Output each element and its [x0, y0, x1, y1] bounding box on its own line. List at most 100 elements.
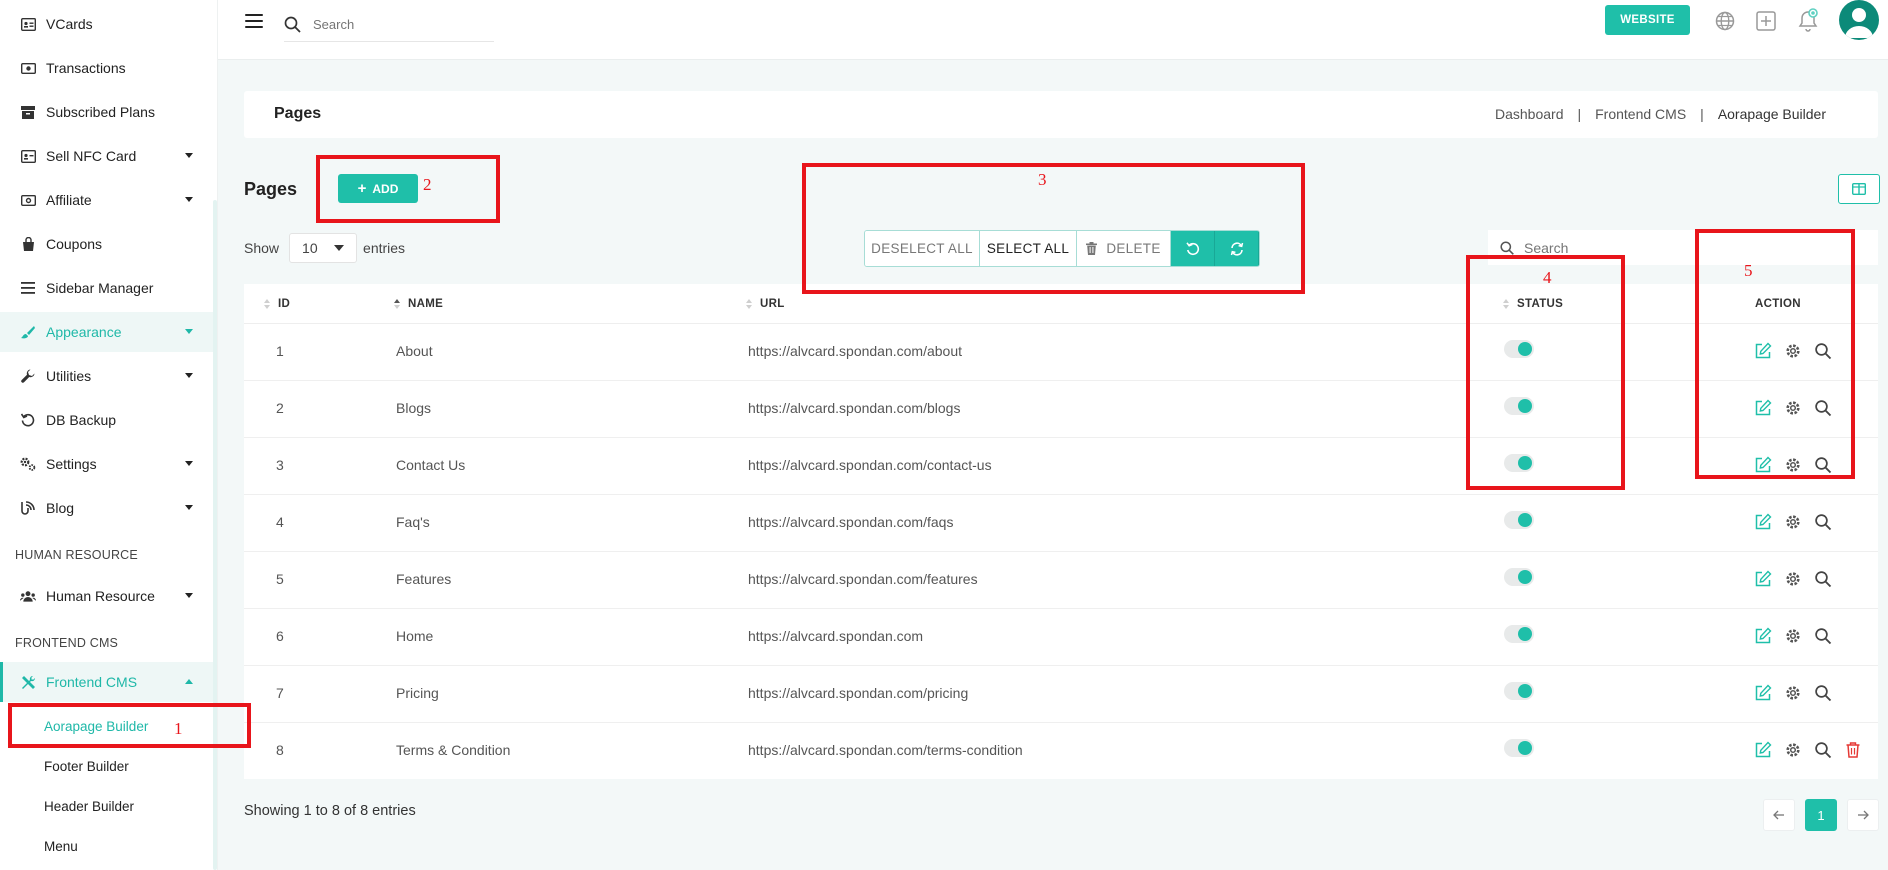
sidebar-item-blog[interactable]: Blog — [0, 488, 213, 528]
trash-icon — [1086, 242, 1098, 255]
trash-icon[interactable] — [1844, 741, 1862, 759]
select-all-button[interactable]: SELECT ALL — [980, 231, 1077, 266]
page-button-current[interactable]: 1 — [1805, 799, 1837, 831]
sidebar-item-coupons[interactable]: Coupons — [0, 224, 213, 264]
sidebar-sub-aorapage-builder[interactable]: Aorapage Builder — [44, 719, 148, 734]
column-header-id[interactable]: ID — [264, 284, 290, 324]
sidebar-item-label: Sidebar Manager — [46, 280, 154, 296]
search-icon[interactable] — [1814, 399, 1832, 417]
bell-icon[interactable] — [1797, 8, 1819, 32]
gear-icon[interactable] — [1784, 342, 1802, 360]
search-icon[interactable] — [1814, 684, 1832, 702]
edit-icon[interactable] — [1754, 399, 1772, 417]
add-square-icon[interactable] — [1756, 11, 1776, 31]
row-url: https://alvcard.spondan.com/terms-condit… — [748, 742, 1023, 758]
sidebar-item-frontend-cms[interactable]: Frontend CMS — [0, 662, 213, 702]
row-url: https://alvcard.spondan.com/blogs — [748, 400, 961, 416]
breadcrumb-aorapage-builder: Aorapage Builder — [1717, 106, 1826, 122]
card-icon — [20, 148, 36, 164]
sidebar-item-db-backup[interactable]: DB Backup — [0, 400, 213, 440]
column-header-name[interactable]: NAME — [394, 284, 443, 324]
gear-icon[interactable] — [1784, 684, 1802, 702]
search-icon[interactable] — [1814, 513, 1832, 531]
sidebar-item-sidebar-manager[interactable]: Sidebar Manager — [0, 268, 213, 308]
gear-icon[interactable] — [1784, 741, 1802, 759]
status-toggle[interactable] — [1504, 340, 1534, 358]
sidebar-item-affiliate[interactable]: Affiliate — [0, 180, 213, 220]
status-toggle[interactable] — [1504, 511, 1534, 529]
avatar[interactable] — [1839, 0, 1879, 40]
breadcrumb-frontend-cms[interactable]: Frontend CMS — [1595, 106, 1686, 122]
row-id: 3 — [276, 457, 284, 473]
edit-icon[interactable] — [1754, 741, 1772, 759]
sidebar-item-appearance[interactable]: Appearance — [0, 312, 213, 352]
sidebar-sub-header-builder[interactable]: Header Builder — [44, 799, 134, 814]
column-toggle-button[interactable] — [1838, 174, 1880, 204]
column-header-action: ACTION — [1755, 284, 1801, 324]
sidebar-item-label: Sell NFC Card — [46, 148, 137, 164]
sidebar-item-subscribed-plans[interactable]: Subscribed Plans — [0, 92, 213, 132]
edit-icon[interactable] — [1754, 627, 1772, 645]
sidebar-item-human-resource[interactable]: Human Resource — [0, 576, 213, 616]
website-button[interactable]: WEBSITE — [1605, 5, 1690, 35]
search-icon[interactable] — [1814, 456, 1832, 474]
search-icon[interactable] — [1814, 627, 1832, 645]
breadcrumb-dashboard[interactable]: Dashboard — [1495, 106, 1564, 122]
table-search-input[interactable] — [1524, 239, 1824, 256]
page-length-select[interactable]: 10 — [289, 233, 358, 263]
next-page-button[interactable] — [1847, 799, 1879, 831]
sidebar-sub-footer-builder[interactable]: Footer Builder — [44, 759, 129, 774]
gear-icon[interactable] — [1784, 570, 1802, 588]
row-url: https://alvcard.spondan.com/about — [748, 343, 963, 359]
status-toggle[interactable] — [1504, 625, 1534, 643]
search-icon[interactable] — [1814, 342, 1832, 360]
globe-icon[interactable] — [1715, 11, 1735, 31]
sidebar-item-transactions[interactable]: Transactions — [0, 48, 213, 88]
sidebar-item-label: Human Resource — [46, 588, 155, 604]
top-search-input[interactable] — [313, 17, 473, 32]
edit-icon[interactable] — [1754, 342, 1772, 360]
sidebar-item-vcards[interactable]: VCards — [0, 4, 213, 44]
status-toggle[interactable] — [1504, 454, 1534, 472]
gear-icon[interactable] — [1784, 513, 1802, 531]
reset-button[interactable] — [1171, 231, 1215, 266]
add-button[interactable]: + ADD — [338, 174, 418, 203]
sidebar-scrollbar[interactable] — [213, 200, 217, 870]
sort-icon — [264, 299, 270, 309]
status-toggle[interactable] — [1504, 397, 1534, 415]
edit-icon[interactable] — [1754, 513, 1772, 531]
row-name: About — [396, 343, 433, 359]
column-header-status[interactable]: STATUS — [1503, 284, 1563, 324]
column-header-url[interactable]: URL — [746, 284, 785, 324]
gear-icon[interactable] — [1784, 399, 1802, 417]
sidebar-sub-menu[interactable]: Menu — [44, 839, 78, 854]
status-toggle[interactable] — [1504, 682, 1534, 700]
hamburger-menu-icon[interactable] — [245, 14, 263, 28]
annotation-number: 1 — [174, 719, 183, 738]
delete-button[interactable]: DELETE — [1077, 231, 1171, 266]
sidebar-item-label: VCards — [46, 16, 93, 32]
chevron-down-icon — [185, 505, 193, 510]
prev-page-button[interactable] — [1763, 799, 1795, 831]
sort-icon — [746, 299, 752, 309]
columns-icon — [1852, 183, 1866, 195]
row-id: 4 — [276, 514, 284, 530]
refresh-button[interactable] — [1215, 231, 1259, 266]
status-toggle[interactable] — [1504, 568, 1534, 586]
search-icon[interactable] — [1814, 741, 1832, 759]
edit-icon[interactable] — [1754, 570, 1772, 588]
sidebar-item-settings[interactable]: Settings — [0, 444, 213, 484]
sidebar-item-label: Appearance — [46, 324, 122, 340]
page-title: Pages — [274, 105, 322, 122]
edit-icon[interactable] — [1754, 684, 1772, 702]
sidebar-item-utilities[interactable]: Utilities — [0, 356, 213, 396]
sidebar-item-sell-nfc-card[interactable]: Sell NFC Card — [0, 136, 213, 176]
gear-icon[interactable] — [1784, 456, 1802, 474]
deselect-all-button[interactable]: DESELECT ALL — [865, 231, 980, 266]
edit-icon[interactable] — [1754, 456, 1772, 474]
sidebar-item-label: Coupons — [46, 236, 103, 252]
search-icon[interactable] — [1814, 570, 1832, 588]
history-icon — [20, 412, 36, 428]
gear-icon[interactable] — [1784, 627, 1802, 645]
status-toggle[interactable] — [1504, 739, 1534, 757]
